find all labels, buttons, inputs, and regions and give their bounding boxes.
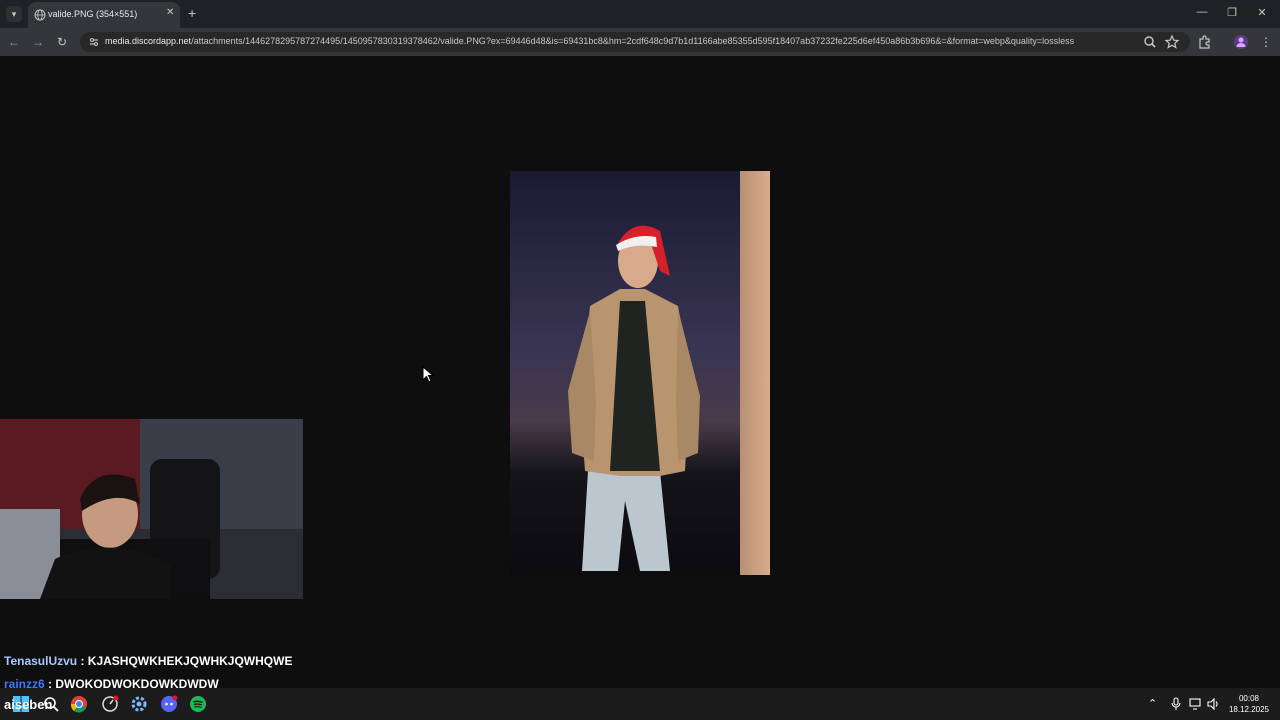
tab-active[interactable]: valide.PNG (354×551) ✕	[28, 2, 180, 28]
spotify-icon[interactable]	[189, 695, 207, 713]
volume-icon[interactable]	[1206, 697, 1220, 711]
chevron-up-icon[interactable]: ⌃	[1148, 697, 1162, 711]
back-button[interactable]: ←	[6, 34, 22, 50]
tab-search-dropdown[interactable]: ▾	[6, 6, 22, 22]
menu-icon[interactable]: ⋮	[1258, 34, 1274, 50]
mouse-cursor	[422, 366, 434, 383]
minimize-button[interactable]: —	[1192, 6, 1212, 18]
close-tab-icon[interactable]: ✕	[166, 7, 174, 18]
profile-avatar-icon[interactable]	[1233, 34, 1249, 50]
settings-app-icon[interactable]	[130, 695, 148, 713]
page-viewport: TenasulUzvu : KJASHQWKHEKJQWHKJQWHQWE ra…	[0, 56, 1280, 691]
clock-time: 00:08	[1238, 694, 1260, 703]
tab-strip: ▾ valide.PNG (354×551) ✕ + — ❐ ✕	[0, 0, 1280, 28]
forward-button[interactable]: →	[30, 34, 46, 50]
chat-message: TenasulUzvu : KJASHQWKHEKJQWHKJQWHQWE	[4, 654, 292, 668]
browser-toolbar: ← → ↻ media.discordapp.net/attachments/1…	[0, 28, 1280, 56]
clock-date: 18.12.2025	[1228, 705, 1270, 714]
site-info-icon[interactable]	[88, 36, 100, 48]
microphone-icon[interactable]	[1169, 697, 1183, 711]
extensions-icon[interactable]	[1197, 34, 1213, 50]
zoom-icon[interactable]	[1142, 34, 1158, 50]
discord-icon[interactable]	[160, 695, 178, 713]
new-tab-button[interactable]: +	[188, 5, 196, 21]
stream-overlay-text: aiseben	[4, 697, 53, 712]
chrome-icon[interactable]	[70, 695, 88, 713]
tab-title: valide.PNG (354×551)	[48, 9, 138, 19]
bookmark-star-icon[interactable]	[1164, 34, 1180, 50]
network-icon[interactable]	[1189, 697, 1203, 711]
taskbar: aiseben ⌃ 00:08 18.12.2025	[0, 688, 1280, 720]
reload-button[interactable]: ↻	[54, 34, 70, 50]
chat-text: KJASHQWKHEKJQWHKJQWHQWE	[87, 654, 293, 668]
chat-username: TenasulUzvu	[4, 654, 78, 668]
chat-separator: :	[77, 654, 88, 668]
system-clock[interactable]: 00:08 18.12.2025	[1226, 693, 1272, 715]
close-window-button[interactable]: ✕	[1252, 6, 1272, 19]
app-icon[interactable]	[101, 695, 119, 713]
restore-button[interactable]: ❐	[1222, 6, 1242, 19]
webcam-overlay	[0, 419, 303, 599]
address-bar[interactable]: media.discordapp.net/attachments/1446278…	[80, 32, 1190, 52]
displayed-photo	[510, 171, 770, 575]
url-text: media.discordapp.net/attachments/1446278…	[105, 36, 1075, 46]
globe-icon	[34, 9, 46, 21]
